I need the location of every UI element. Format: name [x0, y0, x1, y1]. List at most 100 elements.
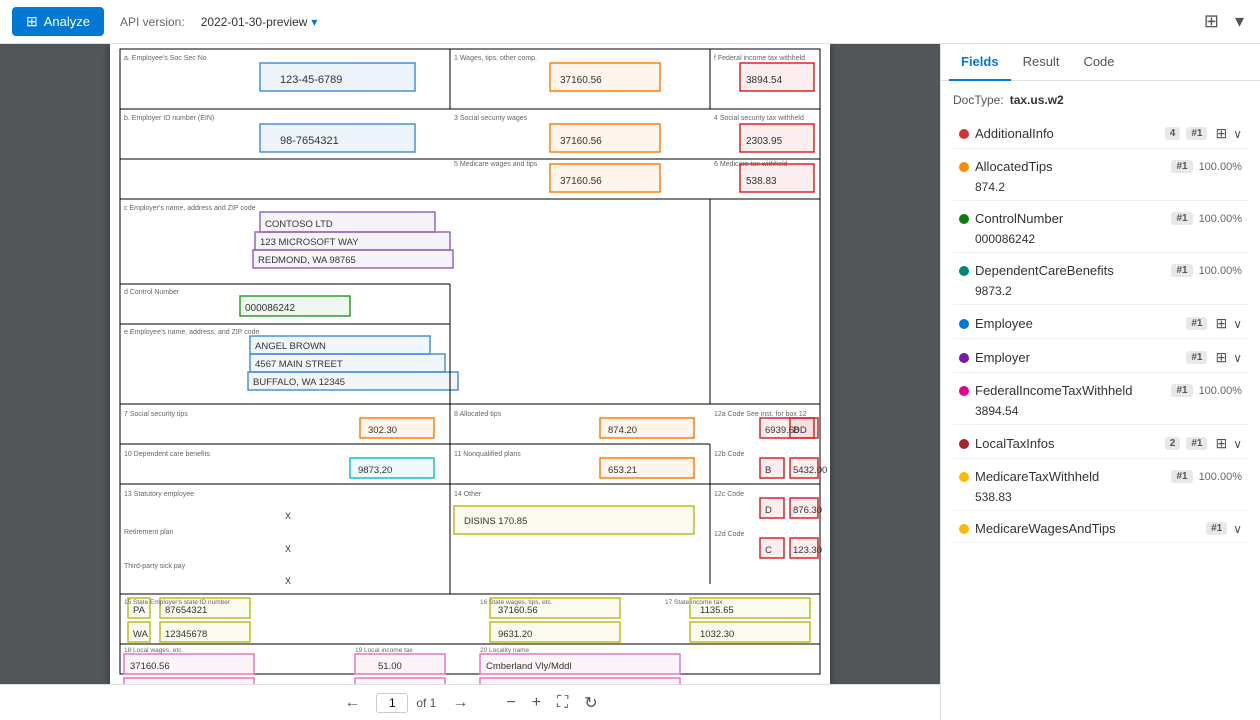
field-item-localtaxinfos: LocalTaxInfos 2 #1 ⊞ ∨ [953, 431, 1248, 459]
svg-text:3 Social security wages: 3 Social security wages [454, 115, 528, 122]
table-icon-employer[interactable]: ⊞ [1215, 349, 1227, 366]
document-navigation: ← of 1 → − + ⛶ ↻ [0, 684, 940, 720]
toolbar: ⊞ Analyze API version: 2022-01-30-previe… [0, 0, 1260, 44]
table-icon-employee[interactable]: ⊞ [1215, 315, 1227, 332]
svg-text:87654321: 87654321 [165, 605, 207, 616]
field-value-allocatedtips: 874.2 [953, 178, 1248, 198]
field-item-dependentcarebenefits: DependentCareBenefits #1 100.00% 9873.2 [953, 259, 1248, 305]
analyze-icon: ⊞ [26, 13, 38, 30]
field-header-federalincometaxwithheld[interactable]: FederalIncomeTaxWithheld #1 100.00% [953, 379, 1248, 402]
svg-text:2303.95: 2303.95 [746, 136, 783, 147]
field-name-dependentcarebenefits: DependentCareBenefits [975, 263, 1165, 278]
api-version-dropdown[interactable]: ▾ [311, 15, 317, 29]
svg-text:51.00: 51.00 [378, 661, 402, 672]
zoom-in-button[interactable]: + [526, 692, 547, 714]
svg-text:c Employer's name, address and: c Employer's name, address and ZIP code [124, 205, 256, 212]
chevron-employer[interactable]: ∨ [1233, 351, 1242, 365]
svg-text:6939.68: 6939.68 [765, 425, 799, 436]
analyze-button[interactable]: ⊞ Analyze [12, 7, 104, 36]
svg-text:12345678: 12345678 [165, 629, 207, 640]
field-header-dependentcarebenefits[interactable]: DependentCareBenefits #1 100.00% [953, 259, 1248, 282]
svg-text:37160.56: 37160.56 [560, 136, 602, 147]
rotate-button[interactable]: ↻ [578, 691, 603, 715]
field-header-employer[interactable]: Employer #1 ⊞ ∨ [953, 345, 1248, 370]
field-item-employer: Employer #1 ⊞ ∨ [953, 345, 1248, 373]
next-page-button[interactable]: → [444, 690, 476, 716]
svg-text:5432.00: 5432.00 [793, 465, 827, 476]
field-badge-medicaretaxwithheld: #1 [1171, 470, 1192, 483]
chevron-medicarewagesandtips[interactable]: ∨ [1233, 522, 1242, 536]
chevron-additionalinfo[interactable]: ∨ [1233, 127, 1242, 141]
field-item-federalincometaxwithheld: FederalIncomeTaxWithheld #1 100.00% 3894… [953, 379, 1248, 425]
divider-controlnumber [953, 252, 1248, 253]
divider-dependentcarebenefits [953, 304, 1248, 305]
field-confidence-federalincometaxwithheld: 100.00% [1199, 385, 1242, 397]
field-header-employee[interactable]: Employee #1 ⊞ ∨ [953, 311, 1248, 336]
divider-employee [953, 338, 1248, 339]
field-item-controlnumber: ControlNumber #1 100.00% 000086242 [953, 207, 1248, 253]
field-badge-employee: #1 [1186, 317, 1207, 330]
svg-text:538.83: 538.83 [746, 176, 777, 187]
field-confidence-medicaretaxwithheld: 100.00% [1199, 471, 1242, 483]
panel-content: DocType: tax.us.w2 AdditionalInfo 4 #1 ⊞… [941, 81, 1260, 720]
zoom-controls: − + ⛶ ↻ [500, 691, 603, 715]
field-badge-localtaxinfos: #1 [1186, 437, 1207, 450]
svg-text:f Federal income tax withheld: f Federal income tax withheld [714, 55, 805, 62]
field-value-federalincometaxwithheld: 3894.54 [953, 402, 1248, 422]
field-dot-allocatedtips [959, 162, 969, 172]
field-name-localtaxinfos: LocalTaxInfos [975, 436, 1159, 451]
field-dot-controlnumber [959, 214, 969, 224]
svg-text:37160.56: 37160.56 [560, 176, 602, 187]
table-icon-additionalinfo[interactable]: ⊞ [1215, 125, 1227, 142]
right-panel: Fields Result Code DocType: tax.us.w2 Ad… [940, 44, 1260, 720]
svg-text:14 Other: 14 Other [454, 491, 482, 498]
svg-text:123-45-6789: 123-45-6789 [280, 74, 342, 86]
field-header-additionalinfo[interactable]: AdditionalInfo 4 #1 ⊞ ∨ [953, 121, 1248, 146]
field-header-medicaretaxwithheld[interactable]: MedicareTaxWithheld #1 100.00% [953, 465, 1248, 488]
field-name-additionalinfo: AdditionalInfo [975, 126, 1159, 141]
chevron-localtaxinfos[interactable]: ∨ [1233, 437, 1242, 451]
field-dot-federalincometaxwithheld [959, 386, 969, 396]
chevron-down-icon-button[interactable]: ▾ [1231, 7, 1248, 36]
tab-result[interactable]: Result [1011, 44, 1072, 81]
tab-code[interactable]: Code [1071, 44, 1126, 81]
page-total-label: of 1 [416, 696, 436, 710]
zoom-out-button[interactable]: − [500, 692, 521, 714]
svg-text:7 Social security tips: 7 Social security tips [124, 411, 188, 418]
field-dot-additionalinfo [959, 129, 969, 139]
field-badge-federalincometaxwithheld: #1 [1171, 384, 1192, 397]
svg-text:12b Code: 12b Code [714, 451, 744, 458]
chevron-employee[interactable]: ∨ [1233, 317, 1242, 331]
fit-page-button[interactable]: ⛶ [551, 692, 574, 714]
field-header-allocatedtips[interactable]: AllocatedTips #1 100.00% [953, 155, 1248, 178]
svg-text:653.21: 653.21 [608, 465, 637, 476]
document-viewer: a. Employee's Soc Sec No 123-45-6789 1 W… [0, 44, 940, 720]
svg-text:ANGEL BROWN: ANGEL BROWN [255, 341, 326, 352]
svg-text:19 Local income tax: 19 Local income tax [355, 647, 414, 654]
field-header-localtaxinfos[interactable]: LocalTaxInfos 2 #1 ⊞ ∨ [953, 431, 1248, 456]
svg-text:Cmberland Vly/Mddl: Cmberland Vly/Mddl [486, 661, 572, 672]
field-confidence-controlnumber: 100.00% [1199, 213, 1242, 225]
svg-text:8 Allocated tips: 8 Allocated tips [454, 411, 502, 418]
svg-text:11 Nonqualified plans: 11 Nonqualified plans [454, 451, 521, 458]
svg-text:e Employee's name, address, an: e Employee's name, address, and ZIP code [124, 329, 260, 336]
field-name-controlnumber: ControlNumber [975, 211, 1165, 226]
field-header-controlnumber[interactable]: ControlNumber #1 100.00% [953, 207, 1248, 230]
tab-fields[interactable]: Fields [949, 44, 1011, 81]
page-number-input[interactable] [376, 693, 408, 713]
panel-tabs: Fields Result Code [941, 44, 1260, 81]
field-header-medicarewagesandtips[interactable]: MedicareWagesAndTips #1 ∨ [953, 517, 1248, 540]
doctype-label: DocType: [953, 93, 1004, 107]
prev-page-button[interactable]: ← [336, 690, 368, 716]
svg-text:a. Employee's Soc Sec No: a. Employee's Soc Sec No [124, 55, 207, 62]
layers-icon-button[interactable]: ⊞ [1200, 7, 1223, 36]
svg-text:12c Code: 12c Code [714, 491, 744, 498]
svg-text:1135.65: 1135.65 [700, 605, 734, 616]
field-name-federalincometaxwithheld: FederalIncomeTaxWithheld [975, 383, 1165, 398]
field-item-medicarewagesandtips: MedicareWagesAndTips #1 ∨ [953, 517, 1248, 543]
field-badge-dependentcarebenefits: #1 [1171, 264, 1192, 277]
api-version-value: 2022-01-30-preview ▾ [201, 15, 318, 29]
svg-text:Retirement plan: Retirement plan [124, 529, 174, 536]
field-value-dependentcarebenefits: 9873.2 [953, 282, 1248, 302]
table-icon-localtaxinfos[interactable]: ⊞ [1215, 435, 1227, 452]
